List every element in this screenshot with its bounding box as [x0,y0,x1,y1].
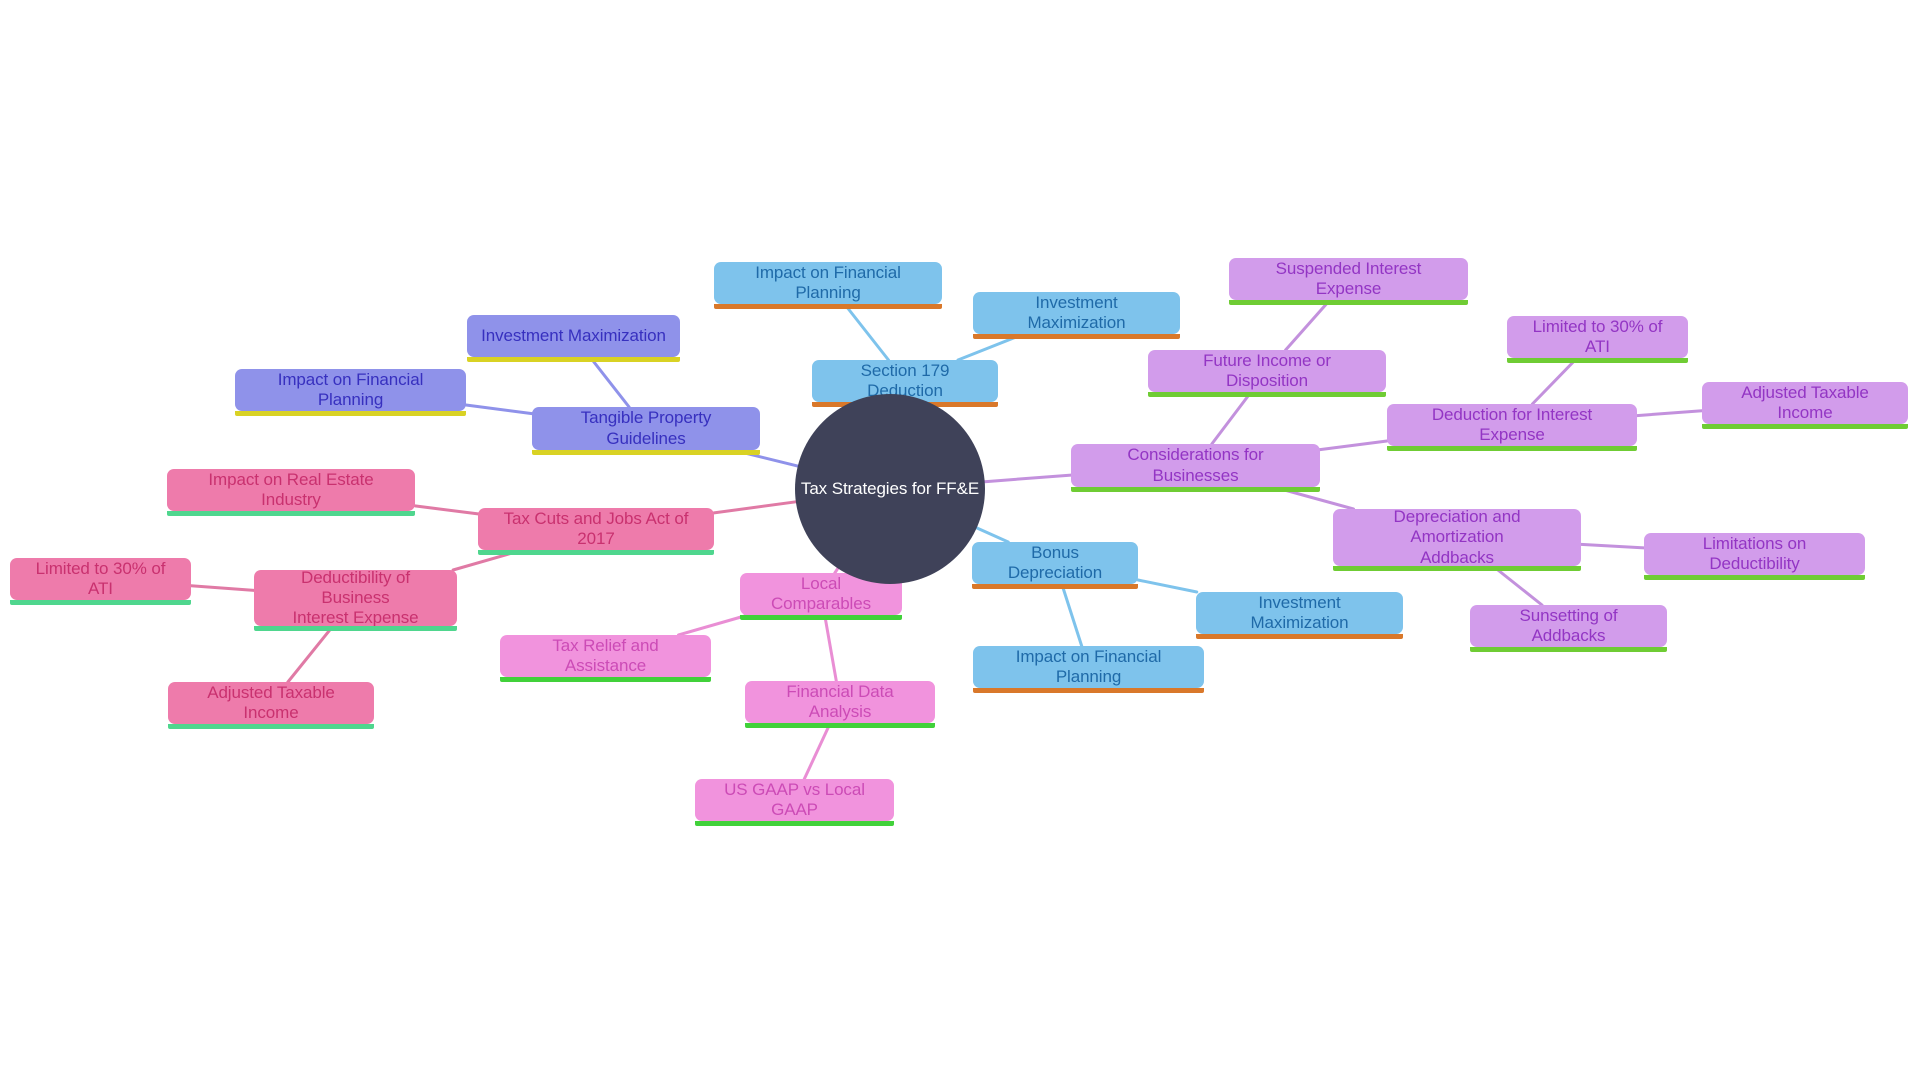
node-accent-underline [1387,446,1637,451]
mindmap-node[interactable]: Suspended Interest Expense [1229,258,1468,305]
mindmap-node[interactable]: Depreciation and Amortization Addbacks [1333,507,1581,571]
mindmap-node[interactable]: Adjusted Taxable Income [1702,382,1908,429]
mindmap-node[interactable]: Adjusted Taxable Income [168,682,374,729]
mindmap-node[interactable]: US GAAP vs Local GAAP [695,779,894,826]
node-accent-underline [467,357,680,362]
node-accent-underline [1196,634,1403,639]
mindmap-node[interactable]: Limitations on Deductibility [1644,533,1865,580]
mindmap-node[interactable]: Impact on Financial Planning [714,262,942,309]
node-accent-underline [500,677,711,682]
node-accent-underline [168,724,374,729]
mindmap-node[interactable]: Investment Maximization [1196,592,1403,639]
mindmap-center-node[interactable]: Tax Strategies for FF&E [795,394,985,584]
mindmap-node[interactable]: Deductibility of Business Interest Expen… [254,568,457,631]
node-accent-underline [1470,647,1667,652]
node-layer: Impact on Financial Planning Investment M… [0,0,1920,1080]
node-accent-underline [1229,300,1468,305]
mindmap-node[interactable]: Impact on Financial Planning [973,646,1204,693]
mindmap-canvas: Impact on Financial Planning Investment M… [0,0,1920,1080]
mindmap-node[interactable]: Tax Cuts and Jobs Act of 2017 [478,508,714,555]
node-accent-underline [745,723,935,728]
node-accent-underline [695,821,894,826]
mindmap-node[interactable]: Tax Relief and Assistance [500,635,711,682]
node-accent-underline [254,626,457,631]
node-accent-underline [10,600,191,605]
mindmap-node[interactable]: Investment Maximization [973,292,1180,339]
node-accent-underline [1148,392,1386,397]
node-accent-underline [973,688,1204,693]
node-accent-underline [167,511,415,516]
mindmap-node[interactable]: Limited to 30% of ATI [1507,316,1688,363]
node-accent-underline [740,615,902,620]
node-accent-underline [1333,566,1581,571]
node-accent-underline [478,550,714,555]
mindmap-node[interactable]: Considerations for Businesses [1071,444,1320,492]
node-accent-underline [1071,487,1320,492]
node-accent-underline [973,334,1180,339]
node-accent-underline [1507,358,1688,363]
node-accent-underline [972,584,1138,589]
mindmap-node[interactable]: Investment Maximization [467,315,680,362]
node-accent-underline [714,304,942,309]
node-accent-underline [1644,575,1865,580]
mindmap-node[interactable]: Financial Data Analysis [745,681,935,728]
mindmap-node[interactable]: Impact on Financial Planning [235,369,466,416]
mindmap-node[interactable]: Impact on Real Estate Industry [167,469,415,516]
mindmap-node[interactable]: Limited to 30% of ATI [10,558,191,605]
mindmap-node[interactable]: Sunsetting of Addbacks [1470,605,1667,652]
node-accent-underline [532,450,760,455]
mindmap-node[interactable]: Deduction for Interest Expense [1387,404,1637,451]
node-accent-underline [235,411,466,416]
mindmap-node[interactable]: Future Income or Disposition [1148,350,1386,397]
mindmap-node[interactable]: Tangible Property Guidelines [532,407,760,455]
mindmap-node[interactable]: Bonus Depreciation [972,542,1138,589]
node-accent-underline [1702,424,1908,429]
